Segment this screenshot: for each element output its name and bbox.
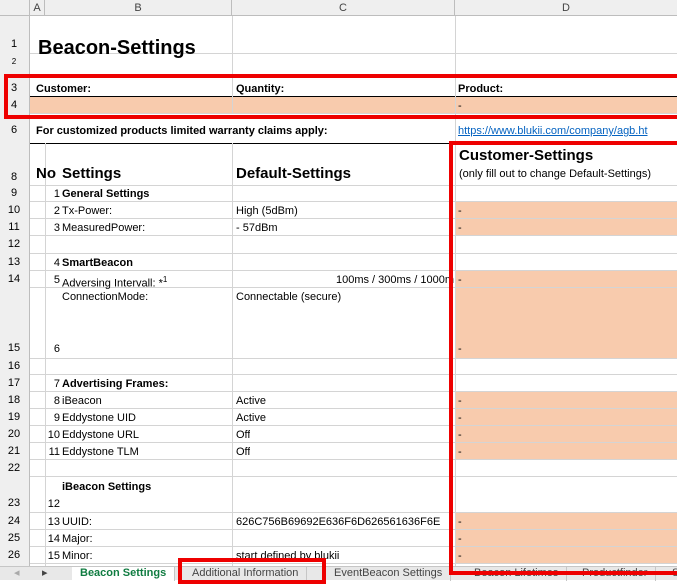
row-number[interactable]: 16 — [0, 360, 28, 372]
setting-number: 4 — [53, 257, 60, 269]
tab-eventbeacon-settings[interactable]: EventBeacon Settings — [326, 567, 452, 581]
column-header-c[interactable]: C — [232, 0, 455, 16]
warranty-link[interactable]: https://www.blukii.com/company/agb.ht — [458, 124, 677, 138]
setting-name: iBeacon — [62, 395, 102, 407]
row-number[interactable]: 15 — [0, 342, 28, 354]
column-header-a[interactable]: A — [30, 0, 45, 16]
row-number[interactable]: 14 — [0, 273, 28, 285]
row-number[interactable]: 23 — [0, 497, 28, 509]
setting-name: UUID: — [62, 516, 92, 528]
row-number[interactable]: 20 — [0, 428, 28, 440]
setting-number: 7 — [53, 378, 60, 390]
row-number[interactable]: 25 — [0, 532, 28, 544]
setting-name: Eddystone URL — [62, 429, 140, 441]
default-value: Off — [236, 429, 251, 441]
setting-name: General Settings — [62, 188, 150, 200]
row-number[interactable]: 18 — [0, 394, 28, 406]
select-all-corner[interactable] — [0, 0, 30, 16]
default-value: 100ms / 300ms / 1000m — [335, 274, 454, 286]
setting-name: Minor: — [62, 550, 93, 562]
row-number[interactable]: 26 — [0, 549, 28, 561]
setting-name: Eddystone TLM — [62, 446, 139, 458]
setting-number: 12 — [47, 498, 60, 510]
row-number[interactable]: 11 — [0, 221, 28, 233]
setting-name-text: Adversing Intervall: * — [62, 277, 163, 290]
default-value: Connectable (secure) — [236, 291, 342, 303]
setting-name: Adversing Intervall: *1 — [62, 273, 167, 291]
row-number[interactable]: 2 — [0, 57, 28, 66]
row-number[interactable]: 17 — [0, 377, 28, 389]
setting-name: Eddystone UID — [62, 412, 136, 424]
setting-number: 15 — [47, 550, 60, 562]
default-value: Off — [236, 446, 251, 458]
default-value: 626C756B69692E636F6D626561636F6E — [236, 516, 441, 528]
row-number[interactable]: 19 — [0, 411, 28, 423]
column-header-b[interactable]: B — [45, 0, 232, 16]
setting-number: 11 — [48, 446, 60, 458]
highlight-additional-info-tab — [178, 558, 326, 584]
setting-name: Tx-Power: — [62, 205, 113, 217]
setting-number: 6 — [53, 343, 60, 355]
setting-number: 5 — [53, 274, 60, 286]
sheet-title: Beacon-Settings — [38, 37, 196, 59]
default-value: High (5dBm) — [236, 205, 298, 217]
setting-number: 9 — [53, 412, 60, 424]
setting-number: 1 — [53, 188, 60, 200]
setting-number: 14 — [47, 533, 60, 545]
setting-name: MeasuredPower: — [62, 222, 146, 234]
setting-name: iBeacon Settings — [62, 481, 152, 493]
column-title-no: No — [36, 165, 56, 182]
row-number[interactable]: 10 — [0, 204, 28, 216]
default-value: - 57dBm — [236, 222, 278, 234]
row-number[interactable]: 6 — [0, 124, 28, 136]
column-title-settings: Settings — [62, 165, 122, 182]
row-number[interactable]: 9 — [0, 187, 28, 199]
default-value: Active — [236, 395, 266, 407]
row-number[interactable]: 24 — [0, 515, 28, 527]
row-number[interactable]: 1 — [0, 38, 28, 50]
grid-line — [232, 143, 233, 566]
row-number[interactable]: 22 — [0, 462, 28, 474]
row-number[interactable]: 12 — [0, 238, 28, 250]
default-value: Active — [236, 412, 266, 424]
column-title-default: Default-Settings — [236, 165, 352, 182]
setting-name: Major: — [62, 533, 93, 545]
warranty-text: For customized products limited warranty… — [36, 125, 328, 137]
tab-scroll-next-button[interactable]: ▸ — [38, 567, 52, 581]
row-number[interactable]: 13 — [0, 256, 28, 268]
setting-name: SmartBeacon — [62, 257, 133, 269]
tab-beacon-settings[interactable]: Beacon Settings — [72, 567, 176, 581]
setting-number: 10 — [47, 429, 60, 441]
tab-scroll-prev-button[interactable]: ◂ — [10, 567, 24, 581]
row-number[interactable]: 21 — [0, 445, 28, 457]
setting-number: 3 — [53, 222, 60, 234]
column-header-d[interactable]: D — [455, 0, 677, 16]
setting-name: ConnectionMode: — [62, 291, 149, 303]
setting-number: 2 — [53, 205, 60, 217]
setting-number: 13 — [47, 516, 60, 528]
setting-name: Advertising Frames: — [62, 378, 169, 390]
setting-number: 8 — [53, 395, 60, 407]
footnote-marker: 1 — [162, 275, 168, 284]
highlight-customer-settings — [449, 141, 677, 575]
row-number[interactable]: 8 — [0, 171, 28, 183]
highlight-customer-row — [4, 74, 677, 119]
